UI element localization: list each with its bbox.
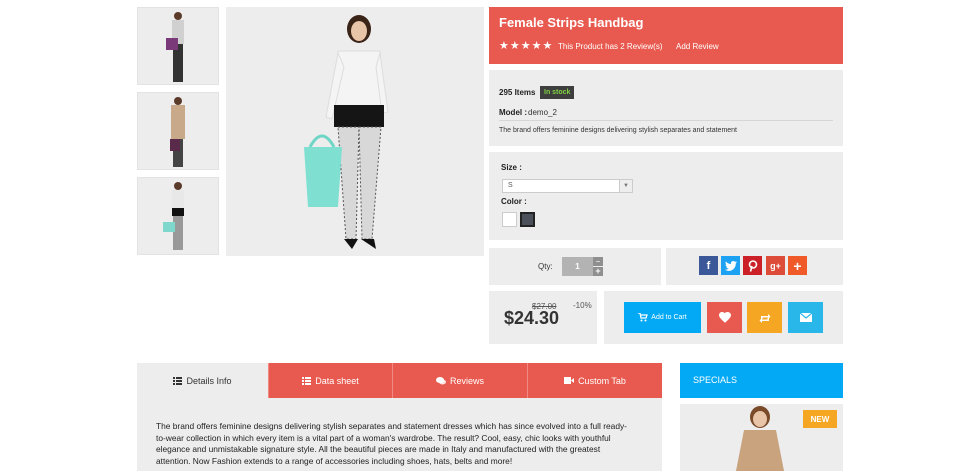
size-select[interactable]: S ▼ xyxy=(502,179,633,193)
tab-data-sheet[interactable]: Data sheet xyxy=(268,363,392,398)
current-price: $24.30 xyxy=(504,308,560,328)
email-button[interactable] xyxy=(788,302,823,333)
model-value: demo_2 xyxy=(528,108,557,117)
thumbnail-3[interactable] xyxy=(137,177,219,255)
product-options-panel: Size : S ▼ Color : xyxy=(489,152,843,240)
pinterest-share-button[interactable] xyxy=(743,256,762,275)
model-image xyxy=(163,182,184,250)
model-label: Model : xyxy=(499,108,527,117)
qty-decrease-button[interactable]: − xyxy=(593,257,603,266)
short-description: The brand offers feminine designs delive… xyxy=(499,127,738,134)
color-label: Color : xyxy=(501,197,527,206)
compare-button[interactable] xyxy=(747,302,782,333)
rating-stars: ★★★★★ xyxy=(499,40,554,52)
thumbnail-2[interactable] xyxy=(137,92,219,170)
reviews-link[interactable]: This Product has 2 Review(s) xyxy=(558,42,662,51)
add-review-link[interactable]: Add Review xyxy=(676,42,719,51)
divider xyxy=(499,120,833,121)
model-image xyxy=(166,12,184,82)
special-product-card[interactable]: NEW xyxy=(680,404,843,471)
stock-badge: In stock xyxy=(540,86,575,99)
items-count: 295 Items xyxy=(499,88,536,97)
color-swatch-dark[interactable] xyxy=(520,212,535,227)
specials-header: SPECIALS xyxy=(680,363,843,398)
product-info-panel: 295 Items In stock Model : demo_2 The br… xyxy=(489,70,843,146)
qty-label: Qty: xyxy=(538,262,553,271)
comments-icon xyxy=(435,376,446,384)
tab-details-info[interactable]: Details Info xyxy=(137,363,268,398)
product-title-box: Female Strips Handbag ★★★★★ This Product… xyxy=(489,7,843,64)
model-image xyxy=(304,15,389,249)
price-panel: $27.00 -10% $24.30 xyxy=(489,291,597,344)
new-badge: NEW xyxy=(803,410,837,428)
size-select-value: S xyxy=(508,182,513,189)
list-icon xyxy=(173,376,183,385)
product-description: The brand offers feminine designs delive… xyxy=(156,421,627,466)
thumbnail-1[interactable] xyxy=(137,7,219,85)
product-title: Female Strips Handbag xyxy=(499,15,644,30)
refresh-icon xyxy=(759,313,770,323)
tab-content-panel: The brand offers feminine designs delive… xyxy=(137,398,662,471)
model-image xyxy=(170,97,185,167)
tab-custom[interactable]: Custom Tab xyxy=(527,363,662,398)
add-to-cart-button[interactable]: Add to Cart xyxy=(624,302,701,333)
color-swatch-white[interactable] xyxy=(502,212,517,227)
tab-reviews[interactable]: Reviews xyxy=(392,363,527,398)
main-product-image[interactable] xyxy=(226,7,484,256)
discount-percent: -10% xyxy=(573,301,592,310)
facebook-share-button[interactable]: f xyxy=(699,256,718,275)
twitter-share-button[interactable] xyxy=(721,256,740,275)
qty-increase-button[interactable]: + xyxy=(593,267,603,276)
video-camera-icon xyxy=(564,377,575,384)
quantity-input[interactable]: 1 xyxy=(562,257,593,276)
pinterest-icon xyxy=(748,259,757,272)
specials-title: SPECIALS xyxy=(693,375,738,385)
heart-icon xyxy=(718,312,731,323)
list-icon xyxy=(302,376,312,385)
more-share-button[interactable]: + xyxy=(788,256,807,275)
wishlist-button[interactable] xyxy=(707,302,742,333)
cart-icon xyxy=(638,313,649,322)
size-label: Size : xyxy=(501,163,522,172)
chevron-down-icon: ▼ xyxy=(619,180,632,192)
google-plus-share-button[interactable]: g+ xyxy=(766,256,785,275)
twitter-icon xyxy=(724,260,737,271)
envelope-icon xyxy=(799,313,812,322)
quantity-panel: Qty: 1 − + xyxy=(489,248,661,285)
